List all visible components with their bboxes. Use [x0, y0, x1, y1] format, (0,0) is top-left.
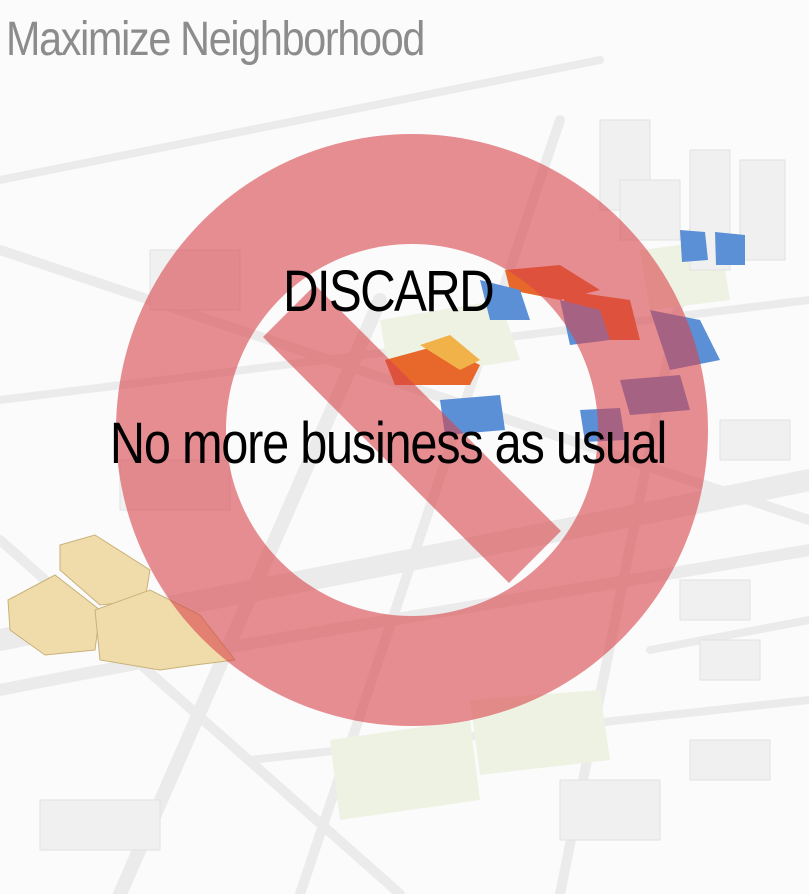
tagline: No more business as usual [109, 411, 667, 476]
discard-headline: DISCARD [283, 259, 495, 324]
page-title: Maximize Neighborhood [6, 13, 425, 66]
